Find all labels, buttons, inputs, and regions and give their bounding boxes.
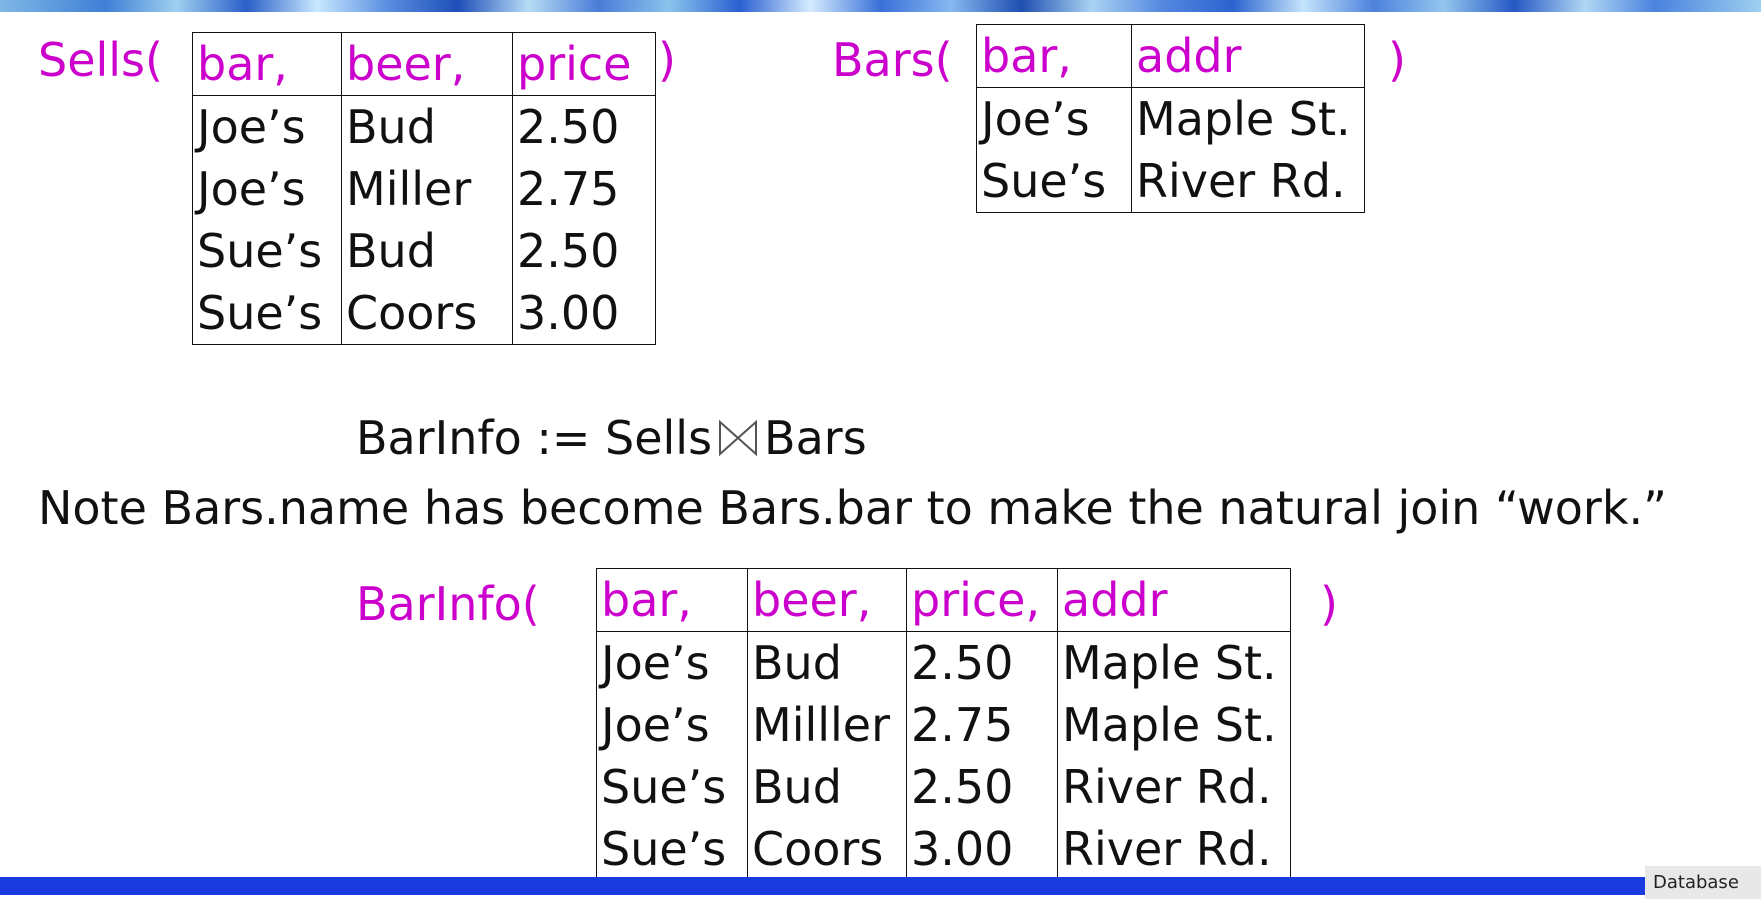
- bars-label: Bars(: [832, 33, 953, 87]
- barinfo-label: BarInfo(: [356, 577, 540, 631]
- table-row: Sue’s Bud 2.50 River Rd.: [596, 756, 1291, 818]
- barinfo-cell: 3.00: [906, 818, 1058, 881]
- sells-col-bar: bar,: [192, 32, 342, 96]
- bars-col-bar: bar,: [976, 24, 1132, 88]
- sells-cell: Joe’s: [192, 95, 342, 158]
- barinfo-cell: Coors: [747, 818, 907, 881]
- join-expression: BarInfo := Sells Bars: [356, 410, 867, 470]
- top-decorative-band: [0, 0, 1761, 12]
- barinfo-cell: Maple St.: [1057, 631, 1291, 694]
- barinfo-col-bar: bar,: [596, 568, 748, 632]
- barinfo-col-price: price,: [906, 568, 1058, 632]
- barinfo-cell: 2.50: [906, 631, 1058, 694]
- table-row: Sue’s Bud 2.50: [192, 220, 656, 282]
- sells-cell: Bud: [341, 220, 513, 282]
- barinfo-cell: River Rd.: [1057, 818, 1291, 881]
- bars-cell: Maple St.: [1131, 87, 1365, 150]
- barinfo-col-beer: beer,: [747, 568, 907, 632]
- barinfo-header-row: bar, beer, price, addr: [596, 568, 1291, 632]
- bars-close-paren: ): [1388, 33, 1406, 87]
- note-text: Note Bars.name has become Bars.bar to ma…: [38, 481, 1667, 535]
- sells-header-row: bar, beer, price: [192, 32, 656, 96]
- bars-cell: Joe’s: [976, 87, 1132, 150]
- table-row: Sue’s Coors 3.00 River Rd.: [596, 818, 1291, 881]
- table-row: Joe’s Miller 2.75: [192, 158, 656, 220]
- sells-cell: 2.75: [512, 158, 656, 220]
- slide: Sells( bar, beer, price Joe’s Bud 2.50 J…: [0, 0, 1761, 899]
- barinfo-close-paren: ): [1320, 577, 1338, 631]
- table-row: Joe’s Bud 2.50: [192, 95, 656, 158]
- barinfo-table: bar, beer, price, addr Joe’s Bud 2.50 Ma…: [596, 568, 1291, 881]
- barinfo-cell: 2.50: [906, 756, 1058, 818]
- sells-cell: Bud: [341, 95, 513, 158]
- barinfo-cell: Bud: [747, 756, 907, 818]
- sells-col-beer: beer,: [341, 32, 513, 96]
- barinfo-cell: River Rd.: [1057, 756, 1291, 818]
- bottom-decorative-band: [0, 877, 1645, 895]
- table-row: Sue’s River Rd.: [976, 150, 1365, 213]
- table-row: Joe’s Maple St.: [976, 87, 1365, 150]
- barinfo-cell: Maple St.: [1057, 694, 1291, 756]
- natural-join-bowtie-icon: [716, 414, 760, 470]
- sells-table: bar, beer, price Joe’s Bud 2.50 Joe’s Mi…: [192, 32, 656, 345]
- table-row: Joe’s Milller 2.75 Maple St.: [596, 694, 1291, 756]
- barinfo-cell: Milller: [747, 694, 907, 756]
- sells-close-paren: ): [658, 33, 676, 87]
- expression-lhs: BarInfo := Sells: [356, 411, 713, 465]
- sells-label: Sells(: [38, 33, 163, 87]
- sells-col-price: price: [512, 32, 656, 96]
- sells-cell: Coors: [341, 282, 513, 345]
- barinfo-cell: Sue’s: [596, 818, 748, 881]
- expression-rhs: Bars: [764, 411, 867, 465]
- barinfo-col-addr: addr: [1057, 568, 1291, 632]
- sells-cell: Sue’s: [192, 220, 342, 282]
- sells-cell: 2.50: [512, 220, 656, 282]
- sells-cell: 2.50: [512, 95, 656, 158]
- sells-cell: 3.00: [512, 282, 656, 345]
- barinfo-cell: 2.75: [906, 694, 1058, 756]
- bars-header-row: bar, addr: [976, 24, 1365, 88]
- footer-tag: Database: [1645, 866, 1761, 899]
- bars-cell: Sue’s: [976, 150, 1132, 213]
- table-row: Sue’s Coors 3.00: [192, 282, 656, 345]
- bars-table: bar, addr Joe’s Maple St. Sue’s River Rd…: [976, 24, 1365, 213]
- barinfo-cell: Joe’s: [596, 694, 748, 756]
- barinfo-cell: Sue’s: [596, 756, 748, 818]
- bars-col-addr: addr: [1131, 24, 1365, 88]
- bars-cell: River Rd.: [1131, 150, 1365, 213]
- sells-cell: Sue’s: [192, 282, 342, 345]
- barinfo-cell: Bud: [747, 631, 907, 694]
- barinfo-cell: Joe’s: [596, 631, 748, 694]
- sells-cell: Miller: [341, 158, 513, 220]
- sells-cell: Joe’s: [192, 158, 342, 220]
- table-row: Joe’s Bud 2.50 Maple St.: [596, 631, 1291, 694]
